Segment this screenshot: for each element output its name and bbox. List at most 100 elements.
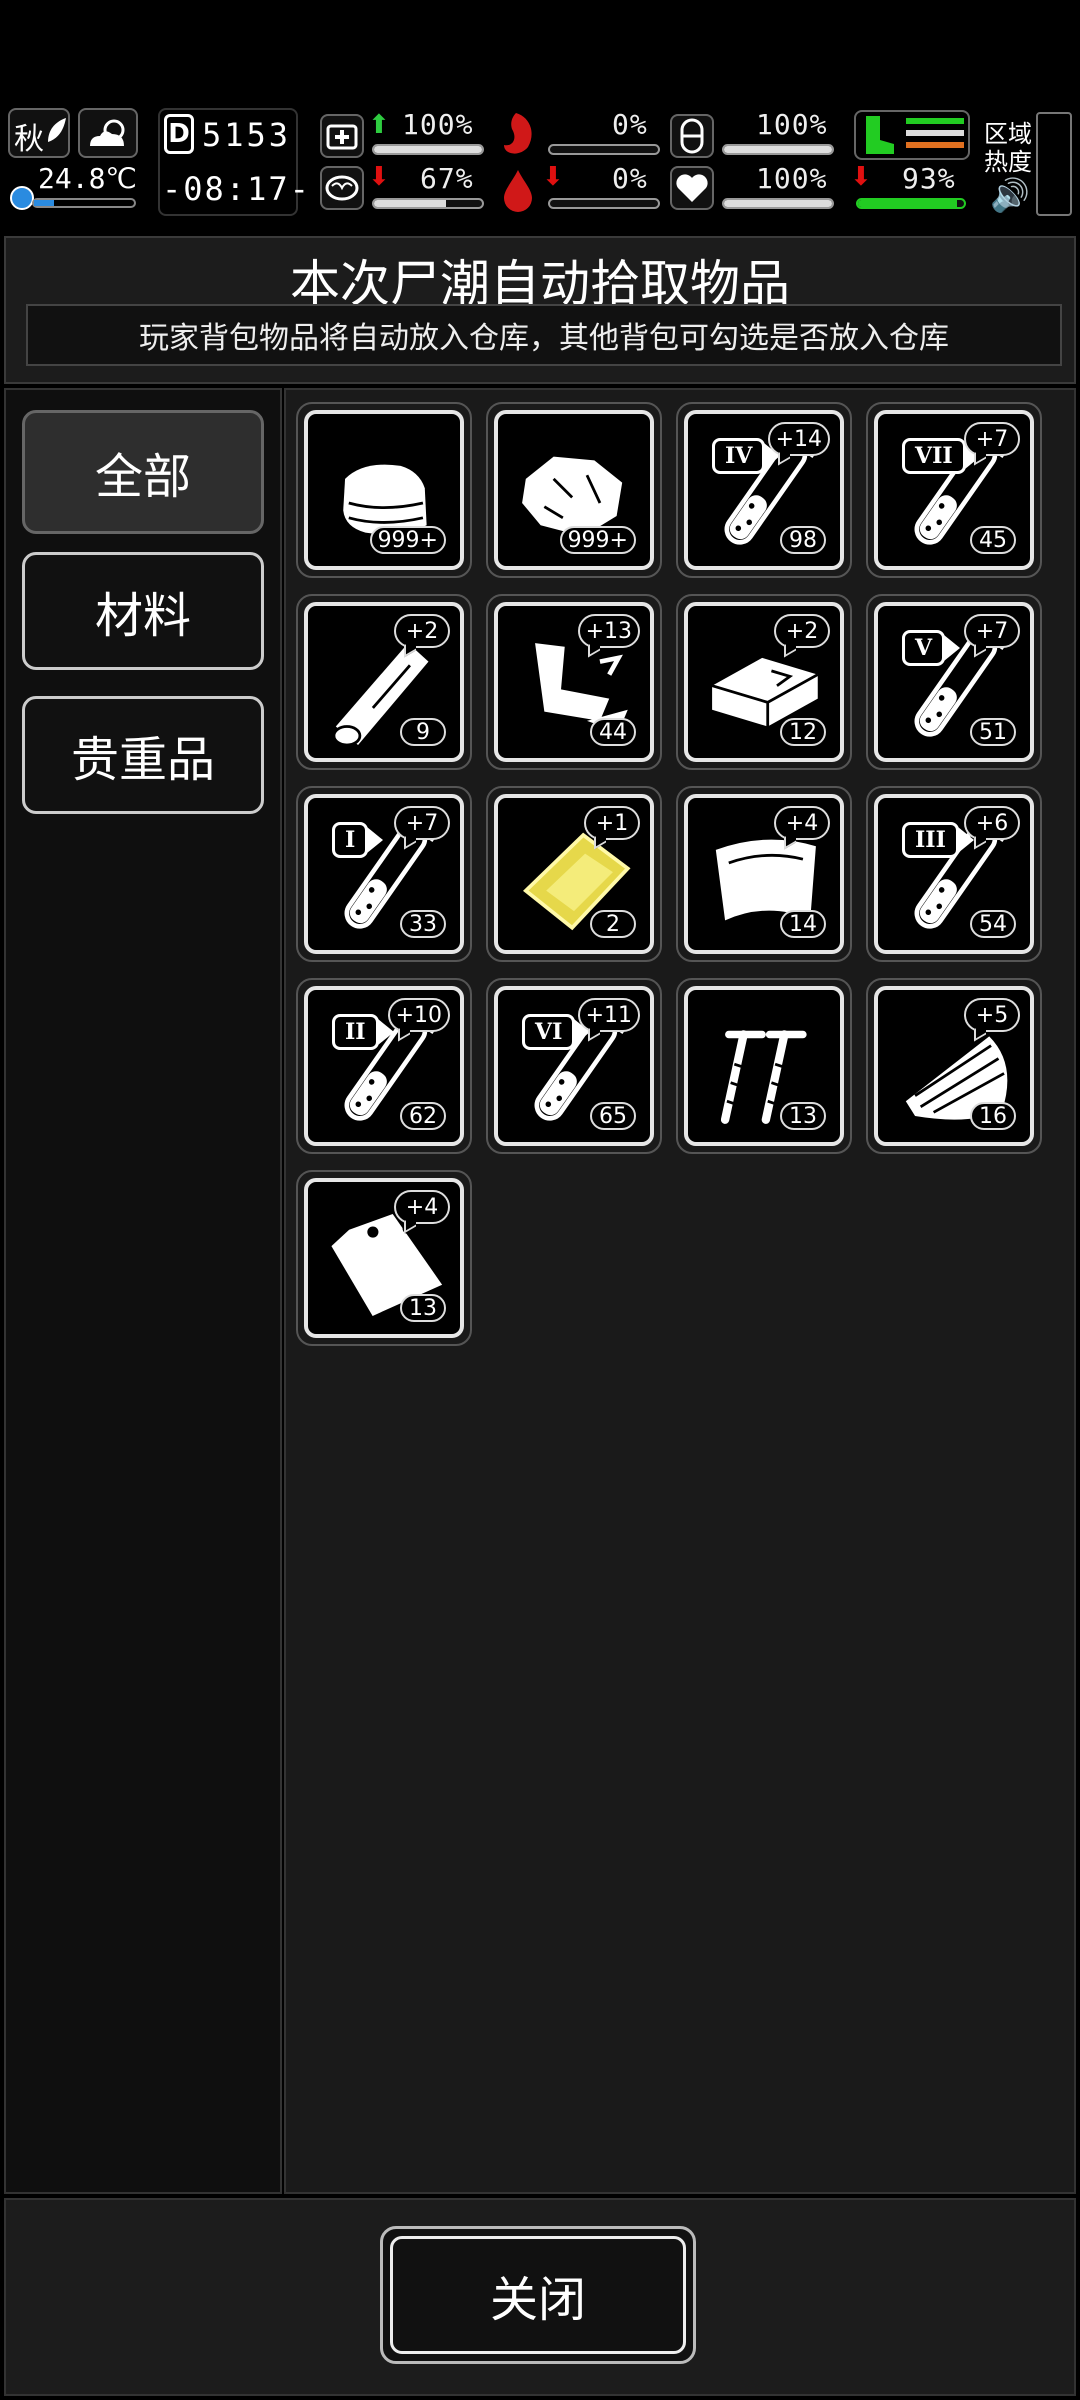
day-prefix: D — [164, 114, 194, 154]
item-count: 14 — [780, 910, 826, 938]
item-frame: +2 12 — [684, 602, 844, 762]
temperature-readout: 24.8℃ — [8, 162, 138, 216]
legs-down-arrow-icon: ⬇ — [850, 162, 872, 192]
item-slot[interactable]: II +10 62 — [296, 978, 472, 1154]
clock-time: -08:17- — [162, 170, 311, 208]
item-slot[interactable]: 999+ — [486, 402, 662, 578]
blood-drop-icon — [500, 166, 536, 214]
item-count: 65 — [590, 1102, 636, 1130]
item-count: 13 — [780, 1102, 826, 1130]
health-bar — [372, 144, 484, 155]
legs-bar — [856, 198, 966, 209]
subtitle-box: 玩家背包物品将自动放入仓库，其他背包可勾选是否放入仓库 — [26, 304, 1062, 366]
item-slot[interactable]: +2 12 — [676, 594, 852, 770]
leg-icon — [866, 116, 894, 154]
health-percent: 100% — [402, 108, 474, 141]
item-frame: +2 9 — [304, 602, 464, 762]
item-count: 9 — [400, 718, 446, 746]
zone-heat-meter — [1036, 112, 1072, 216]
item-slot[interactable]: I +7 33 — [296, 786, 472, 962]
item-slot[interactable]: +4 14 — [676, 786, 852, 962]
mood-bar — [722, 198, 834, 209]
close-button[interactable]: 关闭 — [380, 2226, 696, 2364]
item-count: 12 — [780, 718, 826, 746]
item-frame: 999+ — [304, 410, 464, 570]
sanity-percent: 67% — [420, 162, 474, 195]
gain-badge: +4 — [774, 806, 830, 840]
gain-badge: +13 — [577, 614, 640, 648]
tab-all[interactable]: 全部 — [22, 410, 264, 534]
close-button-label: 关闭 — [489, 2272, 586, 2328]
item-slot[interactable]: +2 9 — [296, 594, 472, 770]
speaker-icon[interactable]: 🔊 — [990, 176, 1030, 214]
heart-icon — [670, 166, 714, 210]
zone-heat-label: 区域热度 — [984, 120, 1032, 176]
tier-label: IV — [712, 438, 781, 474]
item-frame: +13 44 — [494, 602, 654, 762]
item-frame: +1 2 — [494, 794, 654, 954]
category-sidebar: 全部 材料 贵重品 — [4, 388, 282, 2194]
stamina-bar — [722, 144, 834, 155]
pill-icon — [670, 114, 714, 158]
item-grid: 999+ 999+ IV +14 98 VII +7 45 +2 9 +13 44 +2 12 V +7 51 I… — [284, 388, 1076, 2194]
subtitle-text: 玩家背包物品将自动放入仓库，其他背包可勾选是否放入仓库 — [139, 321, 949, 356]
tier-label: II — [332, 1014, 394, 1050]
item-slot[interactable]: +4 13 — [296, 1170, 472, 1346]
gain-badge: +11 — [577, 998, 640, 1032]
tier-label: V — [902, 630, 961, 666]
item-slot[interactable]: +1 2 — [486, 786, 662, 962]
item-slot[interactable]: IV +14 98 — [676, 402, 852, 578]
gain-badge: +4 — [394, 1190, 450, 1224]
item-count: 999+ — [369, 526, 446, 554]
item-frame: II +10 62 — [304, 986, 464, 1146]
gain-badge: +7 — [394, 806, 450, 840]
panel-header: 本次尸潮自动拾取物品 玩家背包物品将自动放入仓库，其他背包可勾选是否放入仓库 — [4, 236, 1076, 384]
item-frame: +5 16 — [874, 986, 1034, 1146]
season-badge: 秋 — [8, 108, 70, 158]
partly-cloudy-icon — [90, 119, 125, 146]
item-count: 54 — [970, 910, 1016, 938]
bleed-percent: 0% — [612, 162, 648, 195]
item-slot[interactable]: VII +7 45 — [866, 402, 1042, 578]
item-slot[interactable]: +5 16 — [866, 978, 1042, 1154]
season-label: 秋 — [14, 122, 44, 157]
item-count: 45 — [970, 526, 1016, 554]
item-frame: 13 — [684, 986, 844, 1146]
item-slot[interactable]: III +6 54 — [866, 786, 1042, 962]
tab-all-label: 全部 — [94, 449, 191, 505]
item-frame: III +6 54 — [874, 794, 1034, 954]
temperature-bar — [32, 198, 136, 208]
item-count: 13 — [400, 1294, 446, 1322]
tier-label: I — [332, 822, 384, 858]
health-up-arrow-icon: ⬆ — [368, 110, 390, 140]
item-frame: V +7 51 — [874, 602, 1034, 762]
stamina-percent: 100% — [756, 108, 828, 141]
item-slot[interactable]: VI +11 65 — [486, 978, 662, 1154]
tab-valuables[interactable]: 贵重品 — [22, 696, 264, 814]
tab-materials[interactable]: 材料 — [22, 552, 264, 670]
item-frame: VI +11 65 — [494, 986, 654, 1146]
weather-badge — [78, 108, 138, 158]
day-counter: 5153 — [202, 116, 292, 154]
item-count: 44 — [590, 718, 636, 746]
brain-icon — [320, 166, 364, 210]
item-slot[interactable]: V +7 51 — [866, 594, 1042, 770]
item-slot[interactable]: +13 44 — [486, 594, 662, 770]
item-count: 2 — [590, 910, 636, 938]
gain-badge: +6 — [964, 806, 1020, 840]
tier-label: VI — [522, 1014, 591, 1050]
sanity-down-arrow-icon: ⬇ — [368, 162, 390, 192]
item-count: 62 — [400, 1102, 446, 1130]
hunger-bar — [548, 144, 660, 155]
mood-percent: 100% — [756, 162, 828, 195]
stomach-icon — [494, 108, 542, 160]
item-frame: 999+ — [494, 410, 654, 570]
bleed-down-arrow-icon: ⬇ — [542, 162, 564, 192]
gain-badge: +7 — [964, 614, 1020, 648]
item-slot[interactable]: 13 — [676, 978, 852, 1154]
tab-valuables-label: 贵重品 — [70, 732, 215, 788]
status-bar: 秋 24.8℃ D 5153 -08:17- ⬆ 100% 0% 100% ⬇ … — [0, 104, 1080, 222]
item-count: 33 — [400, 910, 446, 938]
gain-badge: +2 — [774, 614, 830, 648]
item-slot[interactable]: 999+ — [296, 402, 472, 578]
